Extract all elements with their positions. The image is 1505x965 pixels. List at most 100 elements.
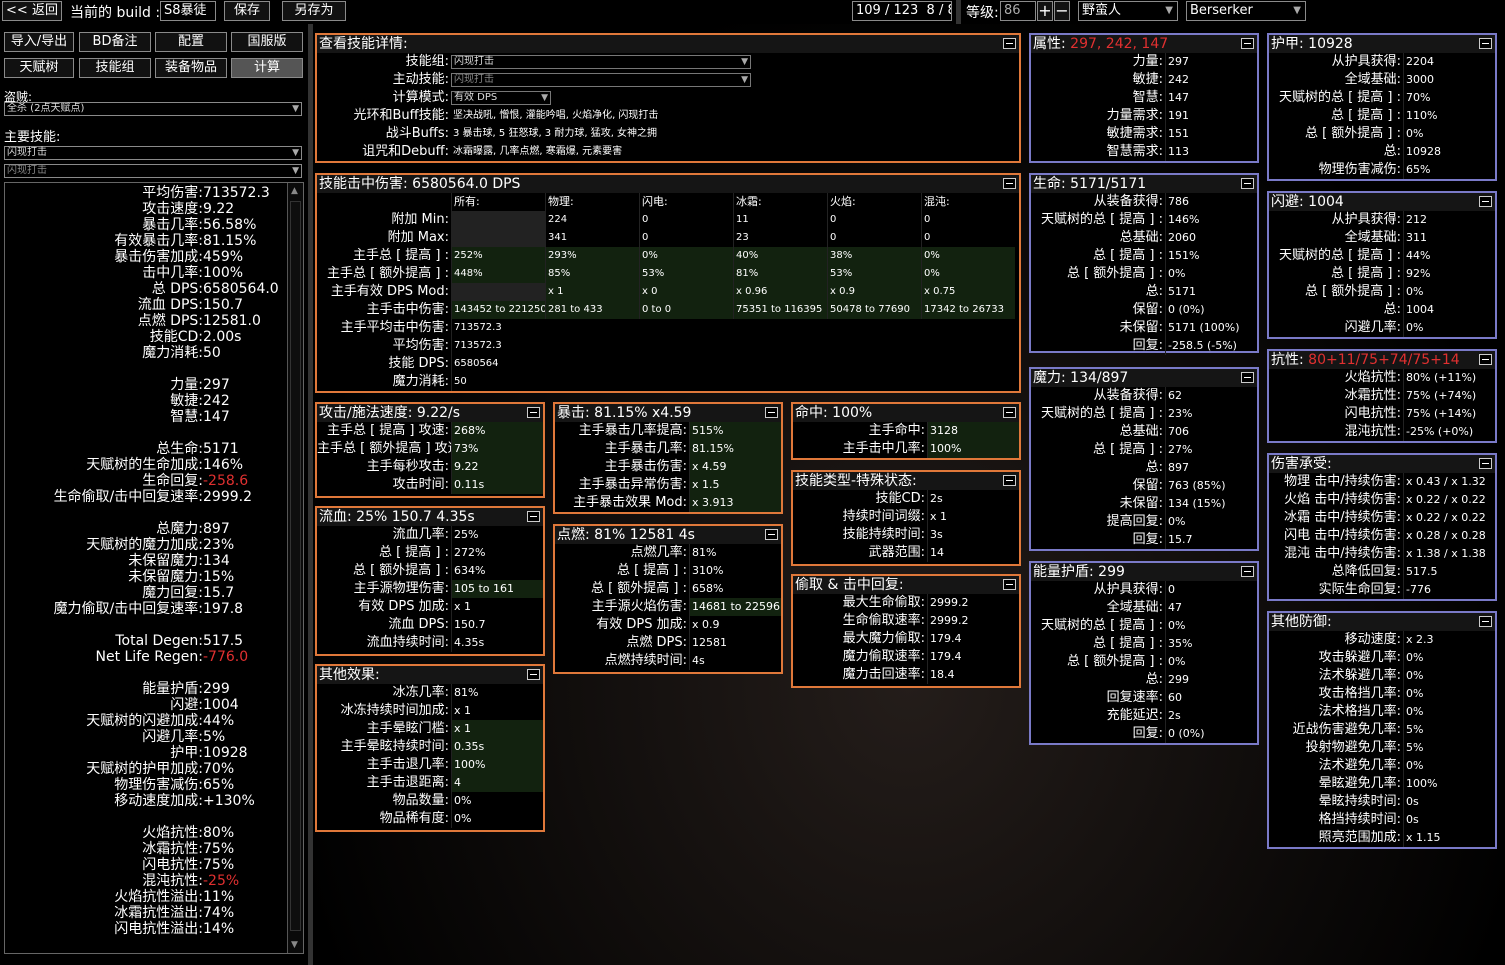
stat-value: 23% bbox=[203, 537, 235, 553]
minimize-icon[interactable] bbox=[1479, 196, 1492, 207]
stat-row: 最大生命偷取: 2999.2 bbox=[793, 594, 1019, 612]
stat-row: 敏捷: 242 bbox=[5, 393, 301, 409]
scrollbar-thumb[interactable] bbox=[290, 201, 301, 931]
stat-value: 763 (85%) bbox=[1165, 477, 1257, 495]
minimize-icon[interactable] bbox=[1479, 458, 1492, 469]
tree-tab[interactable]: 天赋树 bbox=[4, 58, 74, 78]
grid-cell: 0 bbox=[827, 211, 921, 229]
stat-label: 物理伤害减伤: bbox=[1318, 162, 1401, 177]
server-button[interactable]: 国服版 bbox=[231, 32, 303, 52]
detail-select[interactable]: 有效 DPS ▼ bbox=[451, 91, 551, 105]
stat-value: x 1 bbox=[451, 702, 543, 720]
minimize-icon[interactable] bbox=[1479, 616, 1492, 627]
minimize-icon[interactable] bbox=[1241, 38, 1254, 49]
stat-label: 未保留: bbox=[1119, 320, 1163, 335]
stat-row: 混沌 击中/持续伤害: x 1.38 / x 1.38 bbox=[1269, 545, 1495, 563]
grid-row-label: 附加 Max: bbox=[387, 230, 449, 245]
minimize-icon[interactable] bbox=[527, 669, 540, 680]
stat-row: 总: 897 bbox=[1031, 459, 1257, 477]
grid-cell: 53% bbox=[639, 265, 733, 283]
minimize-icon[interactable] bbox=[765, 529, 778, 540]
items-tab[interactable]: 装备物品 bbox=[155, 58, 227, 78]
calc-tab[interactable]: 计算 bbox=[231, 58, 303, 78]
bleed-panel: 流血: 25% 150.7 4.35s 流血几率: 25% 总 [ 提高 ] :27… bbox=[315, 506, 545, 656]
back-button[interactable]: << 返回 bbox=[2, 1, 62, 21]
detail-select[interactable]: 闪现打击 ▼ bbox=[451, 73, 751, 87]
minimize-icon[interactable] bbox=[1241, 372, 1254, 383]
detail-select-value: 闪现打击 bbox=[454, 56, 494, 67]
import-export-button[interactable]: 导入/导出 bbox=[4, 32, 74, 52]
stat-label: 主手命中: bbox=[868, 423, 925, 438]
stat-value: x 1 bbox=[927, 508, 1019, 526]
config-button[interactable]: 配置 bbox=[155, 32, 227, 52]
level-field[interactable]: 86 bbox=[1000, 1, 1036, 21]
class-select[interactable]: 野蛮人 ▼ bbox=[1078, 1, 1178, 21]
stat-value: x 0.9 bbox=[689, 616, 781, 634]
grid-row: 平均伤害: 713572.3 bbox=[317, 337, 1019, 355]
stat-value: 1004 bbox=[203, 697, 239, 713]
stat-row: 总基础: 706 bbox=[1031, 423, 1257, 441]
level-minus-button[interactable]: − bbox=[1054, 1, 1070, 21]
bandit-value: 全杀 (2点天赋点) bbox=[7, 103, 85, 114]
minimize-icon[interactable] bbox=[1003, 38, 1016, 49]
panel-header: 暴击: 81.15% x4.59 bbox=[555, 404, 781, 422]
stat-value: 100% bbox=[927, 440, 1019, 458]
stat-row: 总 [ 提高 ] :35% bbox=[1031, 635, 1257, 653]
stats-sidebar[interactable]: 平均伤害: 713572.3 攻击速度: 9.22 暴击几率: 56.58% 有效暴击几率:… bbox=[4, 182, 304, 954]
panel-header: 护甲: 10928 bbox=[1269, 35, 1495, 53]
stat-label: 全域基础: bbox=[1106, 600, 1163, 615]
minimize-icon[interactable] bbox=[1241, 178, 1254, 189]
scroll-up-icon[interactable]: ▲ bbox=[291, 186, 298, 196]
stat-label: 法术躲避几率: bbox=[1318, 668, 1401, 683]
minimize-icon[interactable] bbox=[1479, 38, 1492, 49]
bandit-select[interactable]: 全杀 (2点天赋点) ▼ bbox=[4, 102, 302, 116]
minimize-icon[interactable] bbox=[1003, 475, 1016, 486]
attr-panel: 属性: 297, 242, 147 力量: 297 敏捷: 242 智慧: 147 力量需求:… bbox=[1029, 33, 1259, 163]
stat-label: 流血 DPS: bbox=[388, 617, 449, 632]
stat-label: 回复: bbox=[1132, 532, 1163, 547]
stat-label: 闪电抗性溢出: bbox=[114, 921, 203, 937]
stat-label: 总 [ 提高 ] : bbox=[1330, 108, 1401, 123]
stat-value: 23% bbox=[1165, 405, 1257, 423]
skills-tab[interactable]: 技能组 bbox=[79, 58, 151, 78]
stat-label: 总 [ 额外提高 ] : bbox=[352, 563, 449, 578]
minimize-icon[interactable] bbox=[1003, 178, 1016, 189]
stat-value: 47 bbox=[1165, 599, 1257, 617]
level-plus-button[interactable]: + bbox=[1037, 1, 1053, 21]
stat-row: 总 [ 额外提高 ] :634% bbox=[317, 562, 543, 580]
stat-row: 闪避几率: 0% bbox=[1269, 319, 1495, 337]
stat-row: 主手每秒攻击: 9.22 bbox=[317, 458, 543, 476]
ascendancy-select[interactable]: Berserker ▼ bbox=[1186, 1, 1306, 21]
stat-label: 全域基础: bbox=[1344, 72, 1401, 87]
save-as-button[interactable]: 另存为 bbox=[282, 1, 346, 21]
stat-label: 移动速度: bbox=[1344, 632, 1401, 647]
scroll-down-icon[interactable]: ▼ bbox=[291, 940, 298, 950]
detail-select[interactable]: 闪现打击 ▼ bbox=[451, 55, 751, 69]
stat-value: 10928 bbox=[203, 745, 248, 761]
stat-label: 冰冻持续时间加成: bbox=[340, 703, 449, 718]
minimize-icon[interactable] bbox=[1241, 566, 1254, 577]
stat-row: 保留: 0 (0%) bbox=[1031, 301, 1257, 319]
stat-label: 生命回复: bbox=[142, 473, 203, 489]
scrollbar[interactable]: ▲ ▼ bbox=[287, 183, 303, 953]
stat-value: 12581.0 bbox=[203, 313, 261, 329]
minimize-icon[interactable] bbox=[1479, 354, 1492, 365]
hit-panel: 命中: 100% 主手命中: 3128 主手击中几率: 100% bbox=[791, 402, 1021, 460]
save-button[interactable]: 保存 bbox=[224, 1, 270, 21]
main-skill-select[interactable]: 闪现打击 ▼ bbox=[4, 146, 302, 160]
stat-label: 总: bbox=[1383, 302, 1401, 317]
minimize-icon[interactable] bbox=[527, 407, 540, 418]
main-skill-part-select[interactable]: 闪现打击 ▼ bbox=[4, 164, 302, 178]
minimize-icon[interactable] bbox=[527, 511, 540, 522]
build-name-field[interactable]: S8暴徒 bbox=[160, 1, 216, 21]
stat-value: 272% bbox=[451, 544, 543, 562]
minimize-icon[interactable] bbox=[1003, 579, 1016, 590]
minimize-icon[interactable] bbox=[765, 407, 778, 418]
stat-label: 法术格挡几率: bbox=[1318, 704, 1401, 719]
stat-row: 主手源物理伤害: 105 to 161 bbox=[317, 580, 543, 598]
stat-value: x 0.22 / x 0.22 bbox=[1403, 491, 1495, 509]
notes-button[interactable]: BD备注 bbox=[79, 32, 151, 52]
stat-row: 生命回复: -258.6 bbox=[5, 473, 301, 489]
stat-row: 冰霜抗性: 75% (+74%) bbox=[1269, 387, 1495, 405]
minimize-icon[interactable] bbox=[1003, 407, 1016, 418]
